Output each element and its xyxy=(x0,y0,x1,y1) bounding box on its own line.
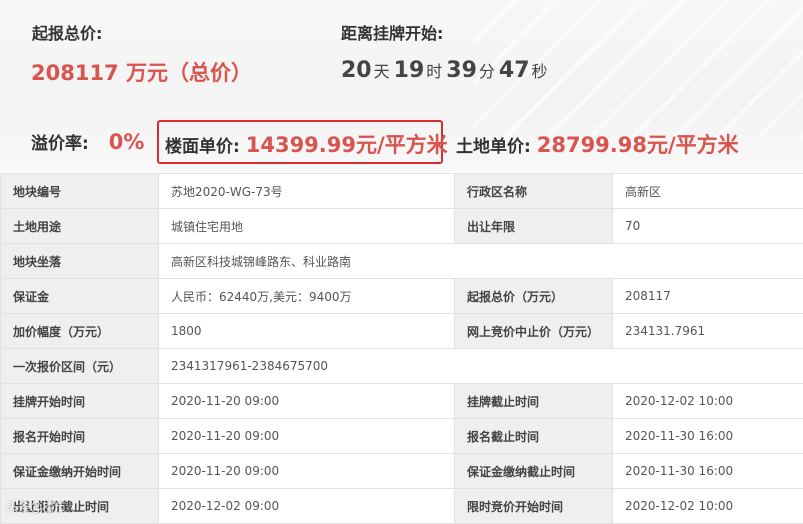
table-key-cell: 保证金缴纳开始时间 xyxy=(0,453,159,489)
countdown-minutes-unit: 分 xyxy=(478,62,495,81)
countdown-seconds: 47 xyxy=(498,58,530,83)
table-value-cell: 2020-12-02 09:00 xyxy=(158,488,455,524)
table-key-cell: 地块编号 xyxy=(0,173,159,209)
countdown-hours-unit: 时 xyxy=(426,62,443,81)
land-price-value: 28799.98元/平方米 xyxy=(536,133,739,157)
table-value-cell: 2020-11-20 09:00 xyxy=(158,383,455,419)
table-key-cell: 保证金 xyxy=(0,278,159,314)
table-row: 地块坐落 高新区科技城锦峰路东、科业路南 xyxy=(0,243,803,279)
table-value-cell: 2020-11-30 16:00 xyxy=(612,453,803,489)
table-row: 保证金缴纳开始时间 2020-11-20 09:00 保证金缴纳截止时间 2020-1… xyxy=(0,453,803,489)
table-value-cell: 苏地2020-WG-73号 xyxy=(158,173,455,209)
countdown-timer: 20 天 19 时 39 分 47 秒 xyxy=(341,58,552,83)
table-key-cell: 保证金缴纳截止时间 xyxy=(454,453,613,489)
countdown-label: 距离挂牌开始: xyxy=(341,24,444,43)
table-value-cell: 高新区 xyxy=(612,173,803,209)
table-value-cell: 70 xyxy=(612,208,803,244)
table-row: 土地用途 城镇住宅用地 出让年限 70 xyxy=(0,208,803,244)
watermark: 头条@楼市 xyxy=(6,500,67,514)
floor-price: 楼面单价: 14399.99元/平方米 xyxy=(165,129,448,159)
premium-rate-label: 溢价率: xyxy=(31,134,89,154)
premium-rate: 溢价率: 0% xyxy=(31,129,144,154)
table-value-cell: 2020-11-20 09:00 xyxy=(158,453,455,489)
table-value-cell: 2341317961-2384675700 xyxy=(158,348,803,384)
table-value-cell: 2020-12-02 10:00 xyxy=(612,383,803,419)
table-key-cell: 土地用途 xyxy=(0,208,159,244)
start-price-label: 起报总价: xyxy=(32,24,103,43)
table-value-cell: 城镇住宅用地 xyxy=(158,208,455,244)
table-value-cell: 1800 xyxy=(158,313,455,349)
countdown-seconds-unit: 秒 xyxy=(531,62,548,81)
premium-rate-value: 0% xyxy=(108,130,145,154)
table-value-cell: 234131.7961 xyxy=(612,313,803,349)
summary-panel: 起报总价: 208117 万元（总价） 距离挂牌开始: 20 天 19 时 39… xyxy=(0,0,803,172)
table-key-cell: 限时竞价开始时间 xyxy=(454,488,613,524)
table-row: 地块编号 苏地2020-WG-73号 行政区名称 高新区 xyxy=(0,173,803,209)
table-key-cell: 报名开始时间 xyxy=(0,418,159,454)
table-value-cell: 高新区科技城锦峰路东、科业路南 xyxy=(158,243,803,279)
table-value-cell: 2020-11-20 09:00 xyxy=(158,418,455,454)
land-price: 土地单价: 28799.98元/平方米 xyxy=(456,129,739,159)
table-row: 报名开始时间 2020-11-20 09:00 报名截止时间 2020-11-30 1… xyxy=(0,418,803,454)
table-value-cell: 208117 xyxy=(612,278,803,314)
table-key-cell: 报名截止时间 xyxy=(454,418,613,454)
countdown-hours: 19 xyxy=(393,58,425,83)
table-row: 挂牌开始时间 2020-11-20 09:00 挂牌截止时间 2020-12-02 1… xyxy=(0,383,803,419)
table-value-cell: 人民币：62440万,美元：9400万 xyxy=(158,278,455,314)
countdown-days-unit: 天 xyxy=(373,62,390,81)
table-key-cell: 地块坐落 xyxy=(0,243,159,279)
table-row: 保证金 人民币：62440万,美元：9400万 起报总价（万元） 208117 xyxy=(0,278,803,314)
start-price-value: 208117 万元（总价） xyxy=(31,61,252,85)
table-value-cell: 2020-12-02 10:00 xyxy=(612,488,803,524)
table-key-cell: 加价幅度（万元） xyxy=(0,313,159,349)
table-row: 加价幅度（万元） 1800 网上竞价中止价（万元） 234131.7961 xyxy=(0,313,803,349)
table-key-cell: 出让年限 xyxy=(454,208,613,244)
table-row: 出让报价截止时间 2020-12-02 09:00 限时竞价开始时间 2020-12-… xyxy=(0,488,803,524)
floor-price-value: 14399.99元/平方米 xyxy=(245,133,448,157)
countdown-minutes: 39 xyxy=(446,58,477,83)
floor-price-label: 楼面单价: xyxy=(165,137,240,157)
table-value-cell: 2020-11-30 16:00 xyxy=(612,418,803,454)
table-key-cell: 挂牌开始时间 xyxy=(0,383,159,419)
land-price-label: 土地单价: xyxy=(456,137,531,157)
table-key-cell: 网上竞价中止价（万元） xyxy=(454,313,613,349)
land-info-table: 地块编号 苏地2020-WG-73号 行政区名称 高新区 土地用途 城镇住宅用地 出让年限 7… xyxy=(0,173,803,524)
table-key-cell: 起报总价（万元） xyxy=(454,278,613,314)
table-key-cell: 挂牌截止时间 xyxy=(454,383,613,419)
table-key-cell: 行政区名称 xyxy=(454,173,613,209)
table-row: 一次报价区间（元） 2341317961-2384675700 xyxy=(0,348,803,384)
countdown-days: 20 xyxy=(341,58,372,83)
table-key-cell: 一次报价区间（元） xyxy=(0,348,159,384)
